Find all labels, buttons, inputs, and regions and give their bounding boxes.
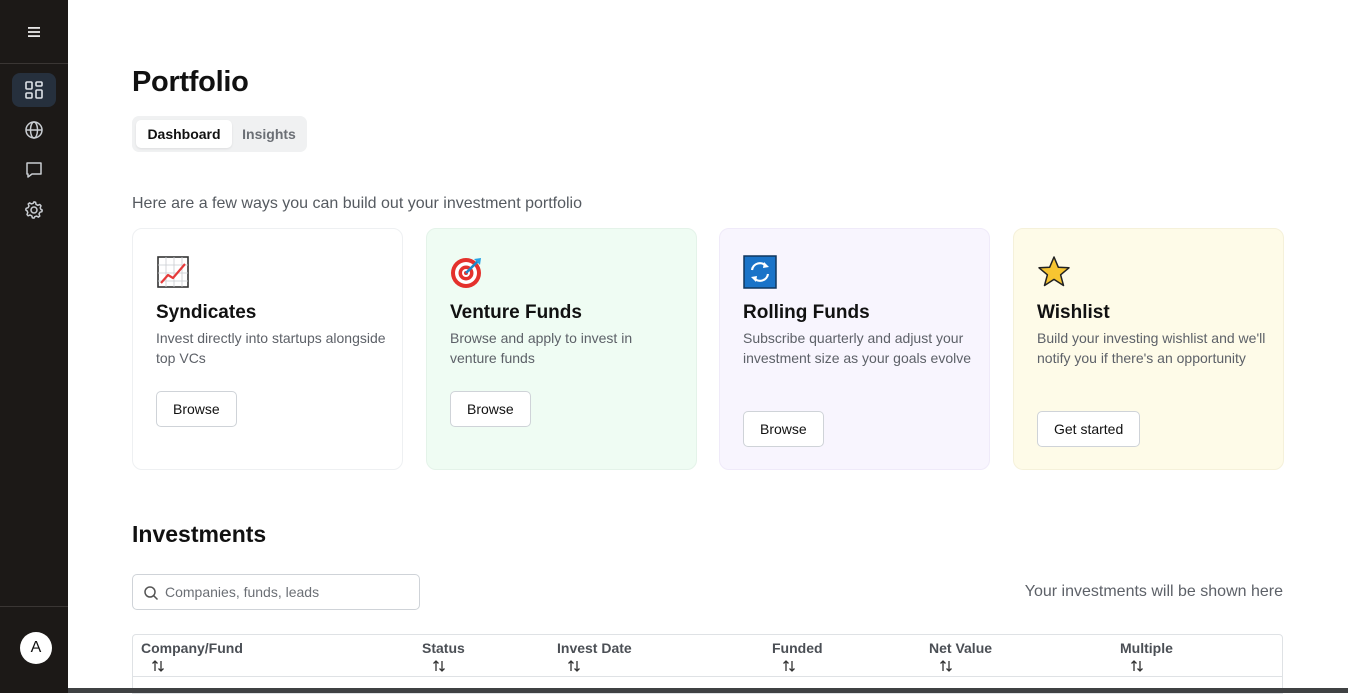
sidebar: A bbox=[0, 0, 68, 693]
column-header-status[interactable]: Status bbox=[422, 640, 465, 673]
column-header-net-value[interactable]: Net Value bbox=[929, 640, 992, 673]
tab-bar: Dashboard Insights bbox=[132, 116, 307, 152]
sort-icon[interactable] bbox=[1130, 659, 1144, 673]
hamburger-icon bbox=[28, 26, 40, 37]
card-title: Wishlist bbox=[1037, 302, 1110, 323]
avatar[interactable]: A bbox=[20, 632, 52, 664]
wishlist-get-started-button[interactable]: Get started bbox=[1037, 411, 1141, 447]
card-wishlist: Wishlist Build your investing wishlist a… bbox=[1013, 228, 1284, 470]
tab-dashboard[interactable]: Dashboard bbox=[136, 120, 232, 148]
star-icon bbox=[1038, 256, 1070, 287]
column-header-funded[interactable]: Funded bbox=[772, 640, 823, 673]
column-label: Net Value bbox=[929, 640, 993, 656]
column-label: Multiple bbox=[1120, 640, 1173, 656]
sidebar-item-messages[interactable] bbox=[12, 153, 56, 187]
card-title: Syndicates bbox=[156, 302, 257, 323]
menu-button[interactable] bbox=[0, 0, 68, 64]
column-label: Invest Date bbox=[557, 640, 632, 656]
search-box[interactable] bbox=[132, 574, 420, 610]
sort-icon[interactable] bbox=[151, 659, 165, 673]
sidebar-divider bbox=[0, 606, 68, 607]
gear-icon bbox=[25, 201, 43, 219]
column-header-multiple[interactable]: Multiple bbox=[1120, 640, 1173, 673]
empty-state-text: Your investments will be shown here bbox=[1024, 583, 1283, 600]
card-description: Browse and apply to invest in venture fu… bbox=[450, 330, 633, 366]
page-title: Portfolio bbox=[132, 66, 249, 98]
column-label: Funded bbox=[772, 640, 823, 656]
column-label: Company/Fund bbox=[141, 640, 243, 656]
sort-icon[interactable] bbox=[939, 659, 953, 673]
card-description: Build your investing wishlist and we'll … bbox=[1037, 330, 1266, 366]
card-description: Subscribe quarterly and adjust your inve… bbox=[743, 330, 971, 366]
column-header-invest-date[interactable]: Invest Date bbox=[557, 640, 632, 673]
column-header-company-fund[interactable]: Company/Fund bbox=[141, 640, 243, 673]
search-input[interactable] bbox=[165, 580, 405, 604]
table-header-divider bbox=[133, 676, 1282, 677]
sidebar-item-dashboard[interactable] bbox=[12, 73, 56, 107]
card-title: Rolling Funds bbox=[743, 302, 870, 323]
sort-icon[interactable] bbox=[567, 659, 581, 673]
card-venture-funds: Venture Funds Browse and apply to invest… bbox=[426, 228, 697, 470]
search-icon bbox=[144, 586, 159, 601]
card-syndicates: Syndicates Invest directly into startups… bbox=[132, 228, 403, 470]
rolling-funds-browse-button[interactable]: Browse bbox=[743, 411, 824, 447]
tab-insights[interactable]: Insights bbox=[236, 120, 302, 148]
sidebar-item-explore[interactable] bbox=[12, 113, 56, 147]
sort-icon[interactable] bbox=[782, 659, 796, 673]
intro-text: Here are a few ways you can build out yo… bbox=[132, 195, 583, 212]
card-title: Venture Funds bbox=[450, 302, 582, 323]
chat-icon bbox=[26, 162, 42, 178]
investments-table: Company/Fund Status Invest Date Funded N… bbox=[132, 634, 1283, 694]
sidebar-item-settings[interactable] bbox=[12, 193, 56, 227]
target-icon bbox=[451, 258, 481, 288]
investments-heading: Investments bbox=[132, 521, 267, 547]
globe-icon bbox=[25, 121, 43, 139]
window-bottom-edge bbox=[68, 688, 1348, 693]
sort-icon[interactable] bbox=[432, 659, 446, 673]
column-label: Status bbox=[422, 640, 465, 656]
syndicates-browse-button[interactable]: Browse bbox=[156, 391, 237, 427]
card-rolling-funds: Rolling Funds Subscribe quarterly and ad… bbox=[719, 228, 990, 470]
grid-icon bbox=[25, 81, 43, 99]
card-description: Invest directly into startups alongside … bbox=[156, 330, 386, 366]
refresh-arrows-icon bbox=[743, 255, 777, 289]
venture-funds-browse-button[interactable]: Browse bbox=[450, 391, 531, 427]
chart-increasing-icon bbox=[157, 256, 189, 288]
